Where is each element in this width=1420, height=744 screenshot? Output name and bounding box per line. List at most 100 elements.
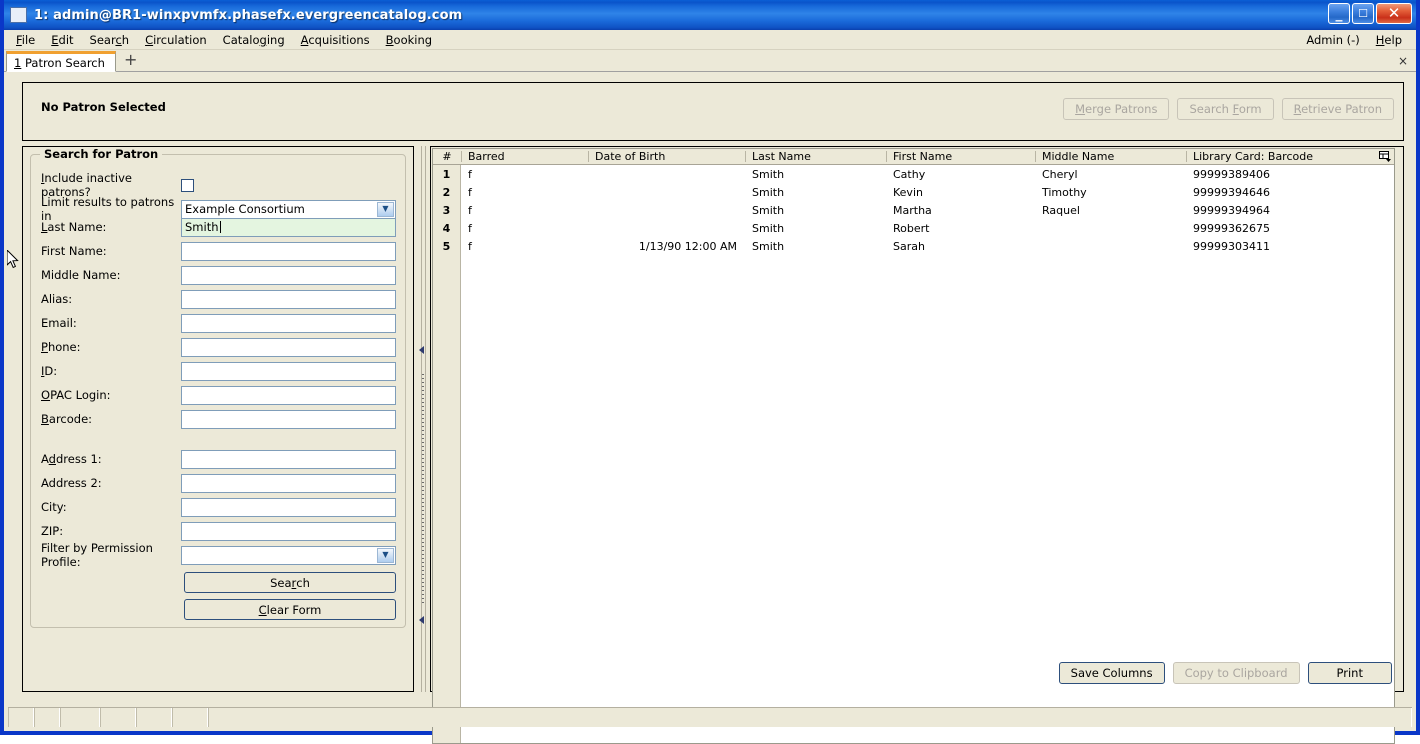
row-number: 2 — [433, 183, 461, 201]
form-row: Email: — [41, 311, 396, 335]
form-row: Filter by Permission Profile: ▼ — [41, 541, 396, 569]
status-pane — [100, 708, 136, 727]
text-caret — [219, 221, 221, 233]
phone-input[interactable] — [181, 337, 396, 357]
column-header[interactable]: Date of Birth — [588, 149, 745, 164]
menu-help[interactable]: Help — [1368, 31, 1410, 49]
address-2-input[interactable] — [181, 473, 396, 493]
select-value: Example Consortium — [185, 202, 305, 216]
menu-search[interactable]: Search — [82, 31, 138, 49]
table-row[interactable]: 5 f 1/13/90 12:00 AM Smith Sarah 99999303411 — [433, 237, 1394, 255]
print-button[interactable]: Print — [1307, 662, 1392, 684]
menu-acquisitions[interactable]: Acquisitions — [293, 31, 378, 49]
column-divider[interactable] — [886, 151, 887, 162]
results-panel: # Barred Date of Birth Last Name First Name M… — [430, 146, 1404, 744]
search-group-title: Search for Patron — [40, 147, 163, 161]
column-header[interactable]: # — [433, 149, 461, 164]
last-name-input[interactable]: Smith — [181, 217, 396, 237]
cell-barred: f — [468, 221, 472, 235]
patron-summary-bar: No Patron Selected Merge Patrons Search F… — [22, 82, 1404, 141]
table-row[interactable]: 2 f Smith Kevin Timothy 99999394646 — [433, 183, 1394, 201]
column-divider[interactable] — [461, 151, 462, 162]
form-row: Address 1: — [41, 447, 396, 471]
title-bar: 1: admin@BR1-winxpvmfx.phasefx.evergreen… — [4, 0, 1416, 30]
column-divider[interactable] — [745, 151, 746, 162]
column-divider[interactable] — [1035, 151, 1036, 162]
window-controls: _ ☐ ✕ — [1328, 3, 1412, 24]
cell-middle — [1035, 237, 1186, 255]
cell-last: Smith — [752, 239, 785, 253]
form-row: City: — [41, 495, 396, 519]
table-row[interactable]: 1 f Smith Cathy Cheryl 99999389406 — [433, 165, 1394, 183]
cell-barred: f — [468, 203, 472, 217]
barcode-input[interactable] — [181, 409, 396, 429]
splitter-collapse-down-icon[interactable] — [419, 616, 424, 624]
grid-header-row: # Barred Date of Birth Last Name First Name M… — [433, 149, 1394, 165]
minimize-button[interactable]: _ — [1328, 3, 1350, 24]
filter-by-permission-profile-select[interactable]: ▼ — [181, 545, 396, 565]
close-tab-icon[interactable]: × — [1398, 54, 1408, 68]
table-row[interactable]: 4 f Smith Robert 99999362675 — [433, 219, 1394, 237]
field-label: Filter by Permission Profile: — [41, 541, 153, 569]
status-pane — [8, 708, 34, 727]
tab-patron-search[interactable]: 1 Patron Search — [6, 51, 116, 72]
email-input[interactable] — [181, 313, 396, 333]
row-number: 4 — [433, 219, 461, 237]
first-name-input[interactable] — [181, 241, 396, 261]
patron-status-label: No Patron Selected — [41, 100, 166, 114]
menu-edit[interactable]: Edit — [43, 31, 81, 49]
column-header[interactable]: First Name — [886, 149, 1035, 164]
window-title: 1: admin@BR1-winxpvmfx.phasefx.evergreen… — [34, 7, 463, 23]
results-footer-buttons: Save Columns Copy to Clipboard Print — [432, 661, 1395, 685]
cell-middle — [1035, 219, 1186, 237]
column-header[interactable]: Middle Name — [1035, 149, 1186, 164]
menu-circulation[interactable]: Circulation — [137, 31, 215, 49]
column-header[interactable]: Library Card: Barcode — [1186, 149, 1390, 164]
cell-last: Smith — [752, 203, 785, 217]
city-input[interactable] — [181, 497, 396, 517]
merge-patrons-button: Merge Patrons — [1063, 98, 1170, 120]
search-button[interactable]: Sea r ch — [184, 572, 396, 593]
opac-login-input[interactable] — [181, 385, 396, 405]
address-1-input[interactable] — [181, 449, 396, 469]
cell-middle: Cheryl — [1042, 167, 1078, 181]
input-value: Smith — [185, 220, 219, 234]
form-row: Phone: — [41, 335, 396, 359]
maximize-icon: ☐ — [1358, 7, 1368, 20]
field-label: Address 2: — [41, 476, 102, 490]
column-header[interactable]: Last Name — [745, 149, 886, 164]
splitter-collapse-up-icon[interactable] — [419, 346, 424, 354]
clear-form-button[interactable]: Clear Form — [184, 599, 396, 620]
form-row: Alias: — [41, 287, 396, 311]
panel-splitter[interactable] — [416, 146, 430, 692]
table-row[interactable]: 3 f Smith Martha Raquel 99999394964 — [433, 201, 1394, 219]
menu-booking[interactable]: Booking — [378, 31, 440, 49]
menu-cataloging[interactable]: Cataloging — [215, 31, 293, 49]
column-divider[interactable] — [588, 151, 589, 162]
middle-name-input[interactable] — [181, 265, 396, 285]
patron-results-grid[interactable]: # Barred Date of Birth Last Name First Name M… — [432, 148, 1395, 744]
status-pane — [208, 708, 1412, 727]
zip-input[interactable] — [181, 521, 396, 541]
application-window: 1: admin@BR1-winxpvmfx.phasefx.evergreen… — [0, 0, 1420, 744]
column-header[interactable]: Barred — [461, 149, 588, 164]
menu-admin[interactable]: Admin (-) — [1298, 31, 1367, 49]
cell-dob — [588, 165, 745, 183]
alias-input[interactable] — [181, 289, 396, 309]
window-icon — [10, 7, 27, 23]
close-button[interactable]: ✕ — [1376, 3, 1412, 24]
tab-label: Patron Search — [24, 55, 105, 70]
column-divider[interactable] — [1186, 151, 1187, 162]
chevron-down-icon[interactable]: ▼ — [377, 547, 394, 563]
close-icon: ✕ — [1387, 4, 1401, 22]
new-tab-button[interactable]: + — [116, 52, 145, 69]
cell-barcode: 99999303411 — [1193, 239, 1270, 253]
maximize-button[interactable]: ☐ — [1352, 3, 1374, 24]
retrieve-patron-button: Retrieve Patron — [1281, 98, 1394, 120]
menu-file[interactable]: File — [8, 31, 43, 49]
cell-barred: f — [468, 239, 472, 253]
splitter-grip[interactable] — [422, 374, 424, 604]
id-input[interactable] — [181, 361, 396, 381]
include-inactive-patrons-checkbox[interactable] — [181, 178, 194, 192]
save-columns-button[interactable]: Save Columns — [1058, 662, 1165, 684]
